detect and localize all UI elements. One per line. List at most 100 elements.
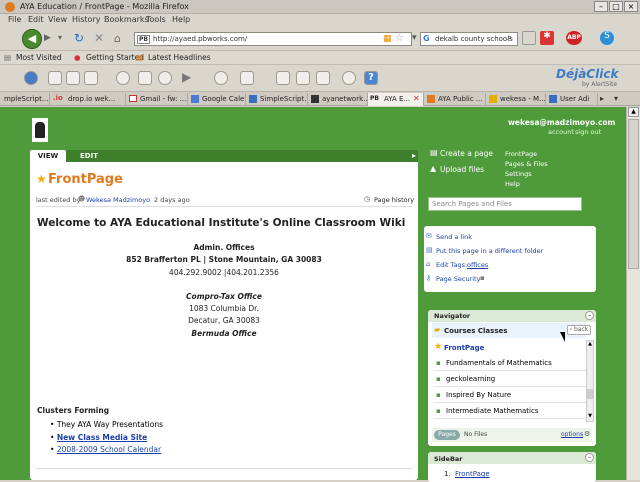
tab-simplescript-1[interactable]: mpleScript... — [0, 93, 50, 106]
play-icon[interactable]: ▶ — [182, 70, 191, 84]
addon-icon[interactable] — [522, 31, 536, 45]
pages-toggle[interactable]: Pages — [434, 430, 460, 440]
help-link[interactable]: Help — [505, 179, 548, 189]
search-bar[interactable]: G dekalb county schools ⌕ — [420, 32, 518, 46]
menu-file[interactable]: File — [8, 15, 21, 24]
page-history-link[interactable]: Page history — [374, 196, 414, 204]
view-tab[interactable]: VIEW — [30, 150, 66, 162]
panel-collapse-icon[interactable]: ▸ — [412, 151, 416, 160]
cluster-link-media-site[interactable]: New Class Media Site — [57, 433, 147, 442]
office-title: Admin. Offices — [193, 243, 255, 252]
report-icon[interactable] — [316, 71, 330, 85]
minimize-button[interactable]: – — [594, 1, 608, 12]
close-window-button[interactable]: × — [624, 1, 638, 12]
back-button[interactable]: ‹ back — [567, 325, 591, 335]
signout-link[interactable]: sign out — [575, 128, 601, 136]
bookmark-most-visited[interactable]: Most Visited — [16, 53, 62, 62]
tab-gmail[interactable]: Gmail - fw: ... — [126, 93, 188, 106]
menu-history[interactable]: History — [72, 15, 100, 24]
tab-aya-education[interactable]: PB AYA E... ✕ — [368, 93, 424, 106]
menu-help[interactable]: Help — [172, 15, 190, 24]
navigator-item[interactable]: ▪ Inspired By Nature — [434, 388, 586, 403]
go-icon[interactable]: ▾ — [412, 33, 417, 43]
navigator-collapse-icon[interactable]: – — [585, 311, 594, 320]
navigator-item-frontpage[interactable]: FrontPage — [444, 344, 484, 352]
page-scrollbar[interactable]: ▲ — [626, 107, 640, 480]
cluster-link-calendar[interactable]: 2008-2009 School Calendar — [57, 445, 161, 454]
record-icon[interactable] — [116, 71, 130, 85]
open-script-icon[interactable] — [48, 71, 62, 85]
save-script-icon[interactable] — [66, 71, 80, 85]
pause-icon[interactable] — [158, 71, 172, 85]
skype-icon[interactable]: S — [600, 31, 614, 45]
menu-tools[interactable]: Tools — [146, 15, 166, 24]
navigator-item[interactable]: ▪ Intermediate Mathematics — [434, 404, 586, 419]
url-bar[interactable]: PB http://ayaed.pbworks.com/ ▦ ☆ — [134, 32, 412, 46]
move-page-link[interactable]: Put this page in a different folder — [436, 247, 543, 255]
navigator-options-link[interactable]: options — [561, 431, 583, 438]
history-dropdown-icon[interactable]: ▾ — [58, 33, 62, 42]
reload-icon[interactable]: ↻ — [74, 31, 84, 45]
page-icon[interactable] — [240, 71, 254, 85]
send-link[interactable]: Send a link — [436, 233, 472, 241]
tab-ayanetwork[interactable]: ayanetwork... — [308, 93, 368, 106]
pages-files-link[interactable]: Pages & Files — [505, 159, 548, 169]
favorite-star-icon[interactable]: ★ — [36, 172, 47, 186]
navigator-scroll-down-icon[interactable]: ▼ — [587, 413, 593, 421]
back-icon[interactable]: ◀ — [22, 29, 42, 49]
gear-icon[interactable]: ⚙ — [584, 430, 590, 438]
search-magnifier-icon[interactable]: ⌕ — [507, 33, 512, 43]
edit-icon[interactable] — [276, 71, 290, 85]
tab-dropio[interactable]: .io drop.io wek... — [50, 93, 126, 106]
upload-files-link[interactable]: Upload files — [440, 165, 484, 174]
scroll-thumb[interactable] — [628, 119, 639, 269]
checklist-icon[interactable] — [296, 71, 310, 85]
wiki-search-input[interactable]: Search Pages and Files — [428, 197, 582, 211]
tag-offices-link[interactable]: offices — [467, 261, 488, 269]
tab-user-admin[interactable]: User Adi — [546, 93, 598, 106]
tab-google-calendar[interactable]: Google Cale... — [188, 93, 246, 106]
menu-edit[interactable]: Edit — [28, 15, 44, 24]
noscript-icon[interactable]: ✱ — [540, 31, 554, 45]
script-settings-icon[interactable] — [84, 71, 98, 85]
create-page-link[interactable]: Create a page — [440, 149, 493, 158]
url-text: http://ayaed.pbworks.com/ — [153, 35, 248, 43]
account-link[interactable]: account — [548, 128, 574, 136]
menu-bookmarks[interactable]: Bookmarks — [104, 15, 149, 24]
navigator-item[interactable]: ▪ geckolearning — [434, 372, 586, 387]
menu-view[interactable]: View — [48, 15, 67, 24]
office-phone: 404.292.9002 |404.201.2356 — [169, 267, 279, 277]
rss-icon[interactable]: ▦ — [383, 34, 392, 44]
adblock-icon[interactable]: ABP — [566, 31, 582, 45]
stop-record-icon[interactable] — [138, 71, 152, 85]
navigator-scroll-thumb[interactable] — [587, 389, 593, 399]
help-icon[interactable]: ? — [364, 71, 378, 85]
edit-tags-link[interactable]: Edit Tags: — [436, 261, 467, 269]
navigator-item[interactable]: ▪ Fundamentals of Mathematics — [434, 356, 586, 371]
edit-tab[interactable]: EDIT — [80, 152, 98, 160]
frontpage-link[interactable]: FrontPage — [505, 149, 548, 159]
navigator-scroll-up-icon[interactable]: ▲ — [587, 341, 593, 349]
home-icon[interactable]: ⌂ — [114, 32, 121, 45]
settings-link[interactable]: Settings — [505, 169, 548, 179]
close-tab-icon[interactable]: ✕ — [413, 94, 420, 103]
maximize-button[interactable]: □ — [609, 1, 623, 12]
star-icon[interactable]: ☆ — [395, 33, 404, 44]
tab-aya-public[interactable]: AYA Public ... — [424, 93, 486, 106]
tab-scroll-right-icon[interactable]: ▸ — [600, 94, 604, 103]
magnify-icon[interactable] — [214, 71, 228, 85]
stop-icon[interactable]: ✕ — [94, 31, 104, 45]
page-security-link[interactable]: Page Security — [436, 275, 481, 283]
navigator-scrollbar[interactable]: ▲ ▼ — [586, 340, 594, 422]
tab-list-icon[interactable]: ▾ — [614, 94, 618, 103]
dejaclick-power-icon[interactable] — [24, 71, 38, 85]
bookmark-latest-headlines[interactable]: Latest Headlines — [148, 53, 211, 62]
forward-icon[interactable]: ▶ — [44, 33, 56, 45]
tab-wekesa[interactable]: wekesa - M... — [486, 93, 546, 106]
editor-link[interactable]: Wekesa Madzimoyo — [86, 196, 150, 204]
options-icon[interactable] — [342, 71, 356, 85]
tab-simplescript-2[interactable]: SimpleScript... — [246, 93, 308, 106]
sidebar-frontpage-link[interactable]: FrontPage — [455, 470, 490, 478]
scroll-up-icon[interactable]: ▲ — [628, 107, 639, 117]
sidebar-collapse-icon[interactable]: – — [585, 453, 594, 462]
